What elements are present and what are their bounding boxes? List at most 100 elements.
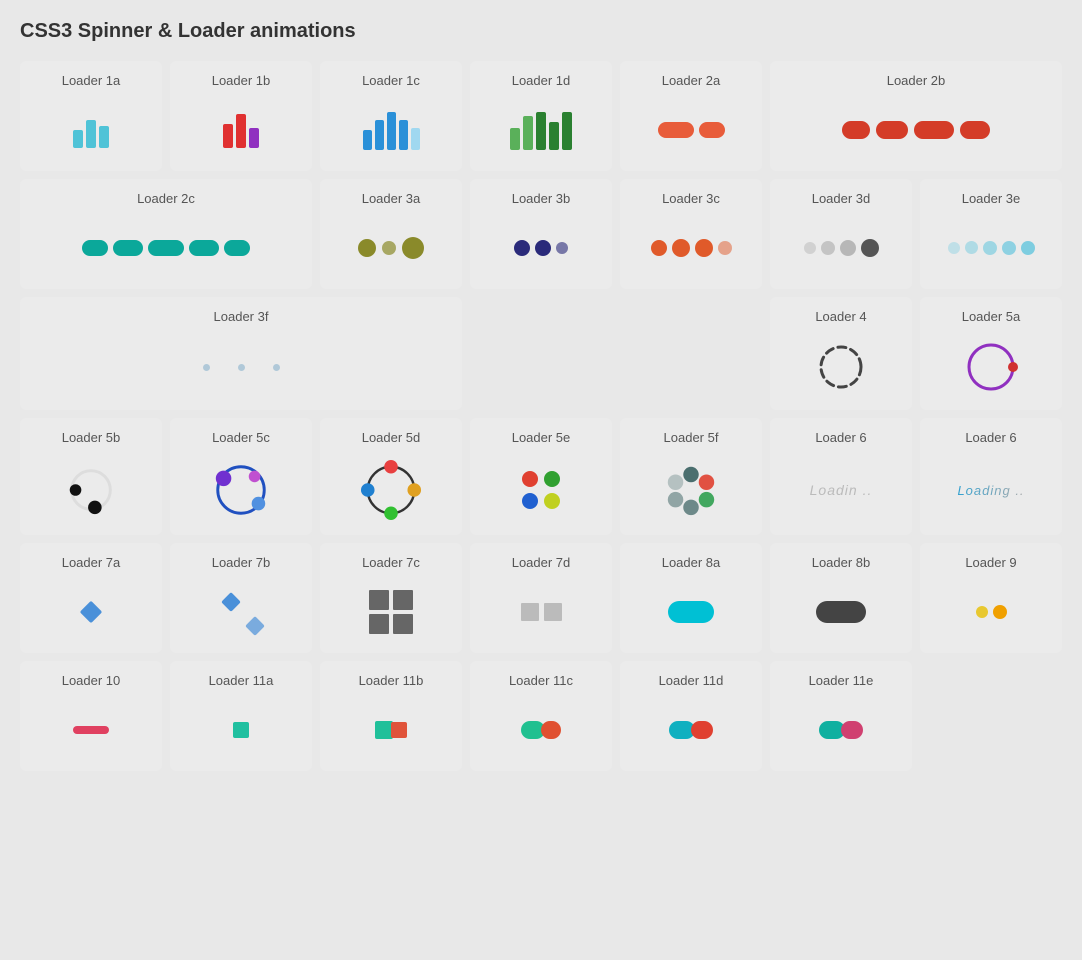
square bbox=[369, 614, 389, 634]
diamond-2 bbox=[245, 616, 265, 636]
rect bbox=[113, 240, 143, 256]
dot bbox=[535, 240, 551, 256]
card-loader11c: Loader 11c bbox=[470, 661, 612, 771]
bar bbox=[236, 114, 246, 148]
dot bbox=[556, 242, 568, 254]
loader6a-label: Loader 6 bbox=[815, 430, 866, 445]
bar bbox=[510, 128, 520, 150]
pill-red bbox=[541, 721, 561, 739]
dot bbox=[861, 239, 879, 257]
square bbox=[393, 590, 413, 610]
diamond-1 bbox=[221, 592, 241, 612]
loader11d-visual bbox=[628, 702, 754, 757]
card-loader7c: Loader 7c bbox=[320, 543, 462, 653]
loader7a-visual bbox=[28, 584, 154, 639]
dot bbox=[840, 240, 856, 256]
bar bbox=[387, 112, 396, 150]
loader8a-visual bbox=[628, 584, 754, 639]
loader11c-visual bbox=[478, 702, 604, 757]
loader2c-label: Loader 2c bbox=[137, 191, 195, 206]
card-loader11a: Loader 11a bbox=[170, 661, 312, 771]
loader3a-visual bbox=[328, 220, 454, 275]
loader2a-visual bbox=[628, 102, 754, 157]
loader11e-label: Loader 11e bbox=[809, 673, 874, 688]
loader1c-label: Loader 1c bbox=[362, 73, 420, 88]
dot bbox=[695, 239, 713, 257]
loader6b-label: Loader 6 bbox=[965, 430, 1016, 445]
loader11a-visual bbox=[178, 702, 304, 757]
rect bbox=[189, 240, 219, 256]
dot bbox=[522, 471, 538, 487]
loader-grid: Loader 1a Loader 1b Loader 1c bbox=[20, 61, 1062, 771]
two-pills-icon bbox=[521, 719, 561, 741]
loader5f-label: Loader 5f bbox=[664, 430, 719, 445]
loader5b-visual bbox=[28, 459, 154, 521]
red-bar-icon bbox=[73, 726, 109, 734]
card-loader3c: Loader 3c bbox=[620, 179, 762, 289]
loader4-visual bbox=[778, 338, 904, 396]
dot-small bbox=[976, 606, 988, 618]
loader2b-label: Loader 2b bbox=[887, 73, 946, 88]
loader3d-visual bbox=[778, 220, 904, 275]
rect bbox=[82, 240, 108, 256]
card-loader3d: Loader 3d bbox=[770, 179, 912, 289]
teal-square-icon bbox=[233, 722, 249, 738]
loader1d-visual bbox=[478, 102, 604, 157]
loader3f-visual bbox=[28, 338, 454, 396]
dot bbox=[544, 493, 560, 509]
rect bbox=[914, 121, 954, 139]
pills-teal-pink-icon bbox=[819, 719, 863, 741]
loader5d-visual bbox=[328, 459, 454, 521]
bar bbox=[523, 116, 533, 150]
pills-teal-red-icon bbox=[669, 719, 713, 741]
rect bbox=[842, 121, 870, 139]
loader7a-label: Loader 7a bbox=[62, 555, 121, 570]
dot bbox=[203, 364, 210, 371]
bars-1b bbox=[223, 112, 259, 148]
dot bbox=[402, 237, 424, 259]
card-loader3b: Loader 3b bbox=[470, 179, 612, 289]
square bbox=[369, 590, 389, 610]
square-red bbox=[391, 722, 407, 738]
rects-2c bbox=[82, 240, 250, 256]
square bbox=[521, 603, 539, 621]
dot bbox=[718, 241, 732, 255]
two-squares-icon bbox=[375, 718, 407, 742]
rect bbox=[960, 121, 990, 139]
card-loader2c: Loader 2c bbox=[20, 179, 312, 289]
loader3d-label: Loader 3d bbox=[812, 191, 871, 206]
loader5d-label: Loader 5d bbox=[362, 430, 421, 445]
squares-grid-icon bbox=[369, 590, 413, 634]
rect bbox=[658, 122, 694, 138]
dot bbox=[522, 493, 538, 509]
bar bbox=[536, 112, 546, 150]
bar bbox=[73, 130, 83, 148]
loader7c-visual bbox=[328, 584, 454, 639]
dot bbox=[273, 364, 280, 371]
loader5e-label: Loader 5e bbox=[512, 430, 571, 445]
card-loader3e: Loader 3e bbox=[920, 179, 1062, 289]
dot bbox=[514, 240, 530, 256]
circle-orbit-icon bbox=[62, 461, 120, 519]
card-loader7b: Loader 7b bbox=[170, 543, 312, 653]
loader11a-label: Loader 11a bbox=[209, 673, 274, 688]
colored-orbit-icon bbox=[360, 459, 422, 521]
loader7b-label: Loader 7b bbox=[212, 555, 271, 570]
dot bbox=[821, 241, 835, 255]
loader7b-visual bbox=[178, 584, 304, 639]
pill-icon bbox=[668, 601, 714, 623]
card-loader6a: Loader 6 Loadin .. bbox=[770, 418, 912, 535]
dots-3f bbox=[203, 364, 280, 371]
card-loader10: Loader 10 bbox=[20, 661, 162, 771]
loader1a-visual bbox=[28, 102, 154, 157]
loader10-label: Loader 10 bbox=[62, 673, 121, 688]
loader5c-visual bbox=[178, 459, 304, 521]
loader7c-label: Loader 7c bbox=[362, 555, 420, 570]
bar bbox=[86, 120, 96, 148]
loader3b-visual bbox=[478, 220, 604, 275]
rects-2b bbox=[842, 121, 990, 139]
loader5e-visual bbox=[478, 459, 604, 521]
circle-dot-icon bbox=[962, 338, 1020, 396]
loader3a-label: Loader 3a bbox=[362, 191, 421, 206]
card-loader8a: Loader 8a bbox=[620, 543, 762, 653]
